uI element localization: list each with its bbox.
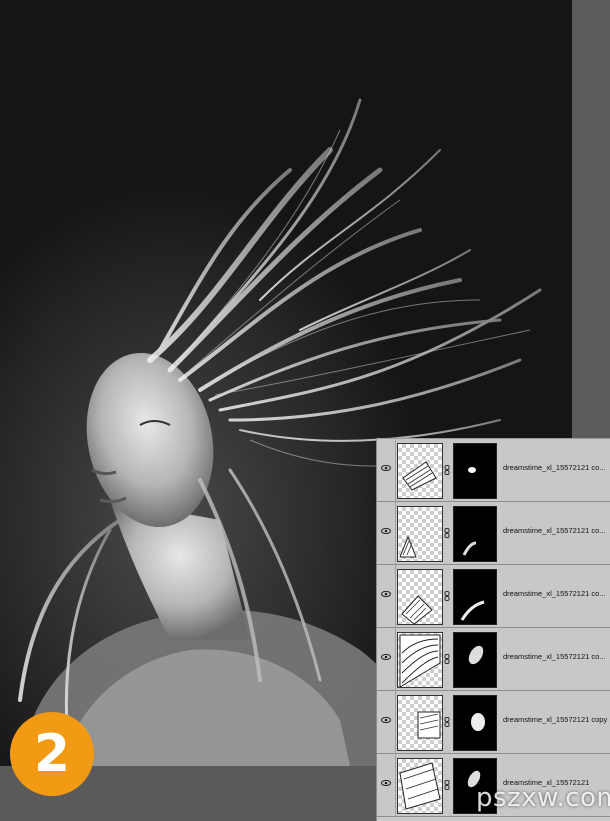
eye-icon [381,528,391,534]
visibility-toggle[interactable] [377,439,396,501]
chain-link-icon[interactable] [444,591,450,601]
mask-shape [462,541,477,556]
hair-patch-thumbnail [399,535,417,558]
layer-name: dreamstime_xl_15572121 co... [503,463,606,472]
layer-row[interactable]: dreamstime_xl_15572121 co... [377,439,610,502]
visibility-toggle[interactable] [377,754,396,816]
mask-shape [468,467,476,473]
mask-shape [471,713,485,731]
layers-panel[interactable]: dreamstime_xl_15572121 co... dreamstime_… [376,438,610,821]
layer-mask-thumbnail[interactable] [453,695,497,751]
visibility-toggle[interactable] [377,628,396,690]
layer-thumbnail[interactable] [397,695,443,751]
layer-thumbnail[interactable] [397,569,443,625]
layer-mask-thumbnail[interactable] [453,632,497,688]
layer-row[interactable]: dreamstime_xl_15572121 co... [377,628,610,691]
hair-patch-thumbnail [417,711,441,739]
layer-mask-thumbnail[interactable] [453,443,497,499]
layer-row[interactable]: dreamstime_xl_15572121 copy [377,691,610,754]
layer-row[interactable]: dreamstime_xl_15572121 co... [377,565,610,628]
chain-link-icon[interactable] [444,717,450,727]
layer-name: dreamstime_xl_15572121 copy [503,715,608,724]
visibility-toggle[interactable] [377,565,396,627]
layer-name: dreamstime_xl_15572121 co... [503,652,606,661]
eye-icon [381,717,391,723]
eye-icon [381,591,391,597]
layer-thumbnail[interactable] [397,632,443,688]
hair-patch-thumbnail [399,634,441,687]
visibility-toggle[interactable] [377,502,396,564]
layer-thumbnail[interactable] [397,758,443,814]
watermark-text: pszxw.com [476,783,610,813]
layer-thumbnail[interactable] [397,506,443,562]
chain-link-icon[interactable] [444,654,450,664]
hair-patch-thumbnail [399,762,441,810]
hair-patch-thumbnail [402,461,437,491]
hair-patch-thumbnail [401,595,433,624]
layer-mask-thumbnail[interactable] [453,506,497,562]
layer-name: dreamstime_xl_15572121 co... [503,589,606,598]
layer-row[interactable]: dreamstime_xl_15572121 co... [377,502,610,565]
chain-link-icon[interactable] [444,528,450,538]
workspace-right-margin [572,0,610,440]
chain-link-icon[interactable] [444,465,450,475]
layer-name: dreamstime_xl_15572121 co... [503,526,606,535]
layer-mask-thumbnail[interactable] [453,569,497,625]
eye-icon [381,465,391,471]
mask-shape [460,600,485,621]
chain-link-icon[interactable] [444,780,450,790]
mask-shape [468,645,484,665]
eye-icon [381,654,391,660]
step-number-badge: 2 [10,712,94,796]
visibility-toggle[interactable] [377,691,396,753]
eye-icon [381,780,391,786]
layer-thumbnail[interactable] [397,443,443,499]
